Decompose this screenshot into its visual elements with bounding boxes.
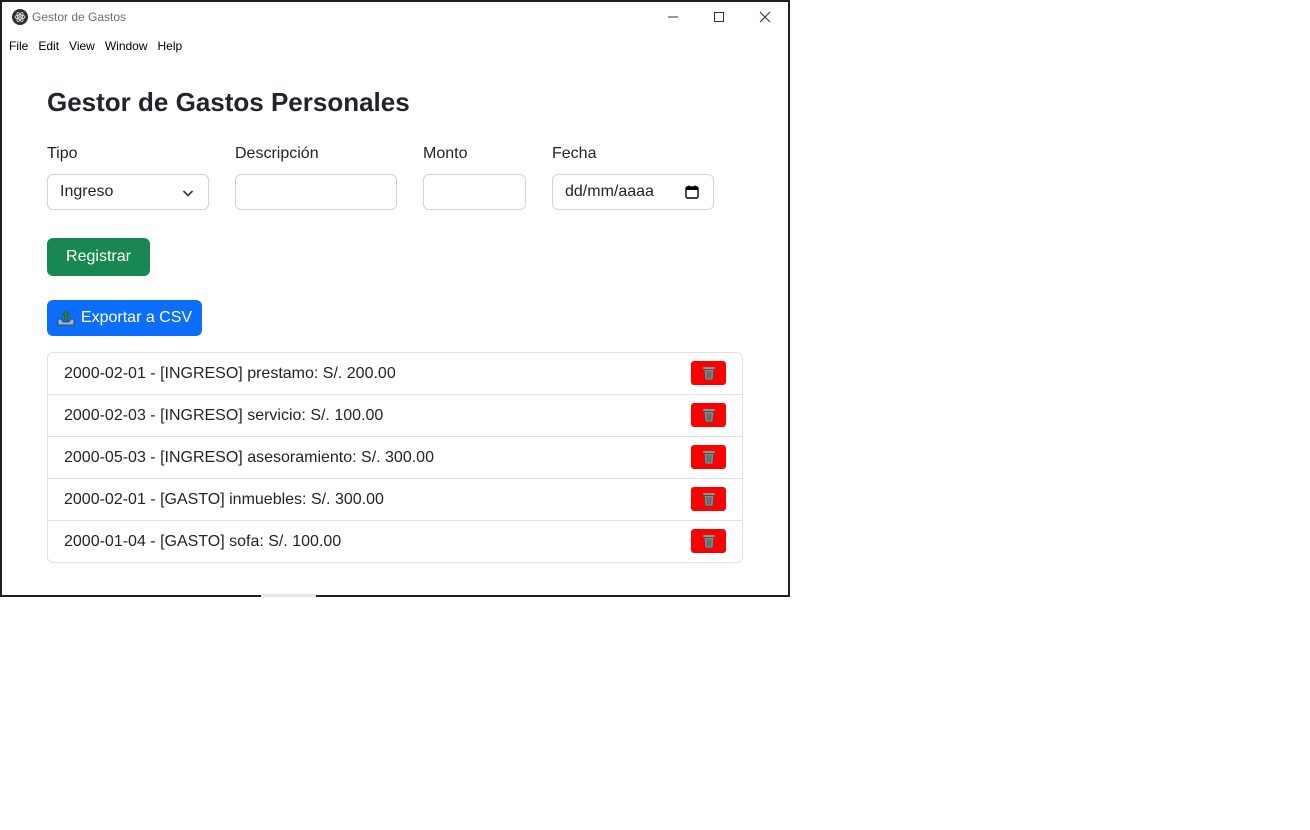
descripcion-field: Descripción [235,144,397,210]
window-resize-edge [261,594,316,597]
maximize-icon [714,12,724,22]
tipo-value: Ingreso [60,183,114,200]
list-item: 2000-05-03 - [INGRESO] asesoramiento: S/… [48,437,742,479]
app-window: Gestor de Gastos File Edit View Window H… [0,0,790,597]
calendar-icon[interactable] [685,185,699,199]
list-item-text: 2000-05-03 - [INGRESO] asesoramiento: S/… [64,448,434,466]
descripcion-input[interactable] [235,174,397,210]
window-title: Gestor de Gastos [32,10,127,24]
list-item: 2000-01-04 - [GASTO] sofa: S/. 100.00 [48,521,742,562]
page-title: Gestor de Gastos Personales [47,87,410,117]
close-button[interactable] [742,2,788,32]
delete-button[interactable] [691,403,726,427]
main-content: Gestor de Gastos Personales Tipo Ingreso… [47,85,743,563]
list-item-text: 2000-02-01 - [INGRESO] prestamo: S/. 200… [64,364,396,382]
tipo-field: Tipo Ingreso [47,144,209,210]
menu-file[interactable]: File [2,36,33,58]
fecha-field: Fecha dd/mm/aaaa [552,144,714,210]
list-item-text: 2000-01-04 - [GASTO] sofa: S/. 100.00 [64,532,342,550]
list-item-text: 2000-02-03 - [INGRESO] servicio: S/. 100… [64,406,384,424]
menu-window[interactable]: Window [100,36,153,58]
chevron-down-icon [182,190,194,197]
maximize-button[interactable] [696,2,742,32]
delete-button[interactable] [691,529,726,553]
export-csv-button[interactable]: Exportar a CSV [47,300,202,336]
app-icon [12,9,28,25]
menu-view[interactable]: View [64,36,100,58]
delete-button[interactable] [691,445,726,469]
list-item: 2000-02-03 - [INGRESO] servicio: S/. 100… [48,395,742,437]
tipo-select[interactable]: Ingreso [47,174,209,210]
fecha-input[interactable]: dd/mm/aaaa [552,174,714,210]
trash-can-icon [702,450,715,465]
delete-button[interactable] [691,361,726,385]
electron-atom-icon [14,12,26,22]
monto-input[interactable] [423,174,526,210]
delete-button[interactable] [691,487,726,511]
list-item: 2000-02-01 - [GASTO] inmuebles: S/. 300.… [48,479,742,521]
descripcion-label: Descripción [235,145,319,162]
close-icon [759,11,771,23]
minimize-button[interactable] [650,2,696,32]
title-bar[interactable]: Gestor de Gastos [2,2,788,32]
fecha-placeholder: dd/mm/aaaa [565,183,654,200]
menu-help[interactable]: Help [153,36,188,58]
trash-can-icon [702,534,715,549]
register-button[interactable]: Registrar [47,238,150,276]
monto-label: Monto [423,145,468,162]
monto-field: Monto [423,144,526,210]
menu-bar: File Edit View Window Help [2,36,187,58]
tipo-label: Tipo [47,145,78,162]
list-item: 2000-02-01 - [INGRESO] prestamo: S/. 200… [48,353,742,395]
inbox-tray-icon [57,310,75,326]
export-label: Exportar a CSV [80,309,193,326]
trash-can-icon [702,366,715,381]
trash-can-icon [702,408,715,423]
transaction-list: 2000-02-01 - [INGRESO] prestamo: S/. 200… [47,352,743,563]
list-item-text: 2000-02-01 - [GASTO] inmuebles: S/. 300.… [64,490,384,508]
minimize-icon [668,16,678,18]
fecha-label: Fecha [552,145,597,162]
trash-can-icon [702,492,715,507]
menu-edit[interactable]: Edit [33,36,64,58]
